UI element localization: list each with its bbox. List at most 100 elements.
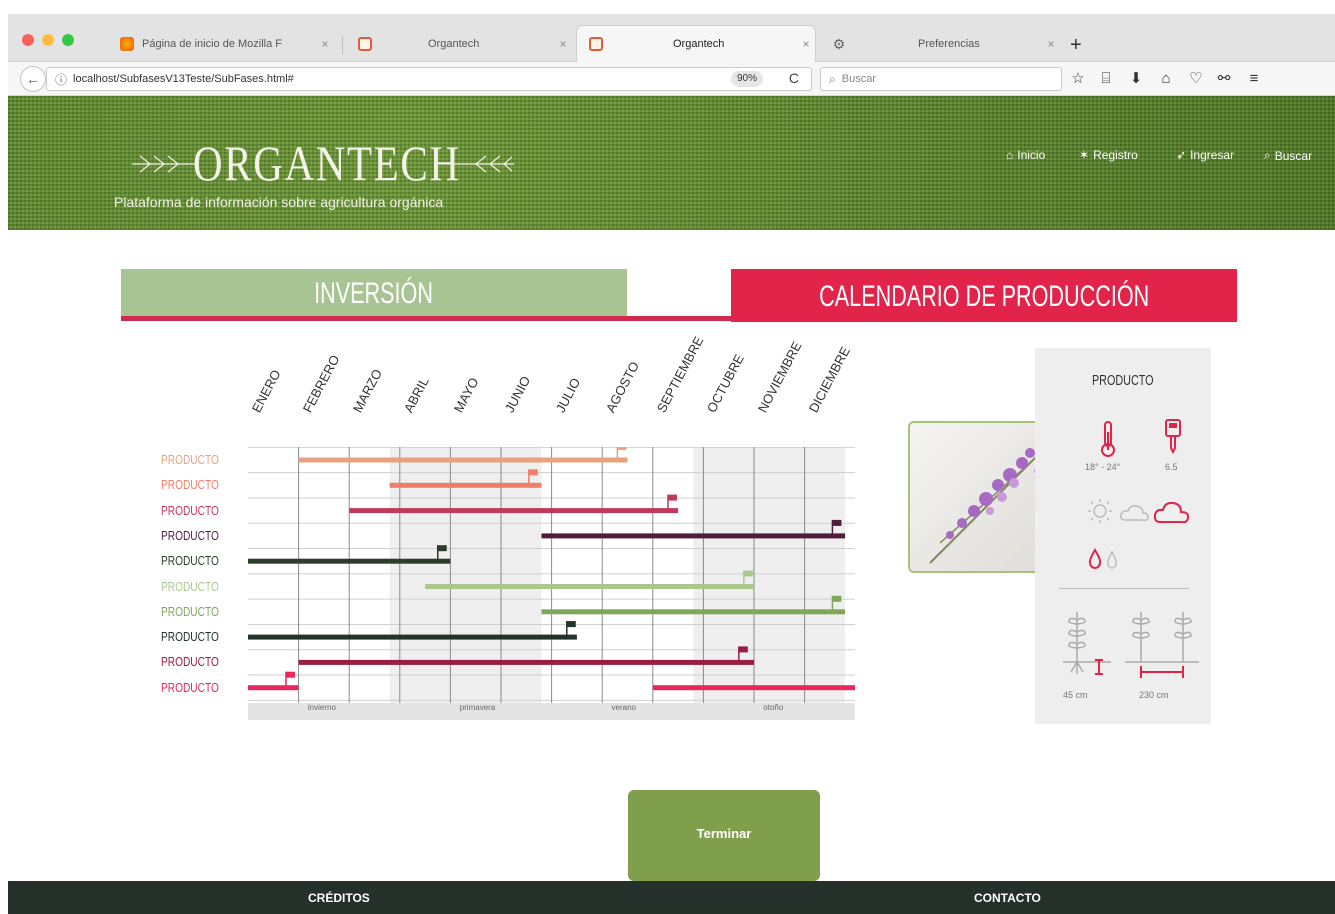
- browser-nav-bar: ← ⓘ localhost/SubfasesV13Teste/SubFases.…: [8, 62, 1335, 96]
- crop-period-bar: [652, 685, 855, 691]
- pocket-icon[interactable]: ♡: [1186, 69, 1206, 89]
- nav-ingresar[interactable]: ➶ Ingresar: [1176, 148, 1234, 162]
- gear-icon: ⚙: [832, 35, 846, 52]
- info-icon[interactable]: ⓘ: [55, 71, 67, 88]
- menu-icon[interactable]: ≡: [1244, 69, 1264, 89]
- month-label: MARZO: [349, 366, 386, 415]
- minimize-window-icon[interactable]: [42, 34, 54, 46]
- product-title: PRODUCTO: [1092, 372, 1154, 389]
- drop-icon: [1088, 548, 1102, 570]
- reload-icon[interactable]: C: [789, 70, 799, 86]
- harvest-flag-icon: [743, 570, 753, 577]
- harvest-flag-icon: [832, 519, 842, 526]
- close-window-icon[interactable]: [22, 34, 34, 46]
- product-row-label: PRODUCTO: [161, 452, 219, 467]
- back-arrow-icon[interactable]: ←: [20, 66, 46, 92]
- temperature-value: 18° - 24°: [1085, 462, 1121, 472]
- drop-outline-icon: [1107, 550, 1117, 569]
- search-icon: ⌕: [1264, 148, 1271, 162]
- url-text: localhost/SubfasesV13Teste/SubFases.html…: [73, 73, 294, 85]
- month-label: FEBRERO: [299, 352, 343, 415]
- production-calendar: [248, 447, 855, 720]
- month-label: JUNIO: [501, 373, 534, 415]
- download-icon[interactable]: ⬇: [1126, 69, 1146, 89]
- tab-organtech-1[interactable]: Organtech ×: [346, 25, 572, 62]
- url-bar[interactable]: ⓘ localhost/SubfasesV13Teste/SubFases.ht…: [46, 67, 812, 91]
- crop-period-bar: [389, 482, 542, 488]
- tab-calendario[interactable]: CALENDARIO DE PRODUCCIÓN: [731, 269, 1237, 322]
- maximize-window-icon[interactable]: [62, 34, 74, 46]
- harvest-flag-icon: [437, 545, 447, 552]
- nav-buscar[interactable]: ⌕ Buscar: [1264, 148, 1312, 163]
- tab-inversion[interactable]: INVERSIÓN: [121, 269, 627, 316]
- sun-icon: [1088, 499, 1112, 523]
- home-icon: ⌂: [1006, 148, 1014, 162]
- season-label: verano: [611, 703, 636, 712]
- new-tab-button[interactable]: +: [1070, 35, 1082, 55]
- library-icon[interactable]: ⌸: [1096, 69, 1116, 89]
- extension-icon[interactable]: ⚯: [1214, 69, 1234, 89]
- star-icon: ✶: [1079, 148, 1090, 162]
- search-input[interactable]: ⌕ Buscar: [820, 67, 1062, 91]
- home-icon[interactable]: ⌂: [1156, 69, 1176, 89]
- crop-period-bar: [298, 457, 628, 463]
- product-row-label: PRODUCTO: [161, 654, 219, 670]
- organtech-icon: [589, 37, 603, 51]
- tab-title: Organtech: [673, 38, 725, 50]
- nav-label: Inicio: [1017, 148, 1046, 162]
- product-row-label: PRODUCTO: [161, 502, 219, 518]
- crop-period-bar: [298, 659, 754, 665]
- tab-mozilla[interactable]: Página de inicio de Mozilla F ×: [108, 25, 334, 62]
- month-label: OCTUBRE: [704, 351, 748, 415]
- section-underline: [121, 316, 731, 321]
- close-tab-icon[interactable]: ×: [797, 37, 815, 51]
- site-header: ORGANTECH Plataforma de información sobr…: [8, 96, 1335, 230]
- firefox-icon: [120, 36, 134, 51]
- month-label: AGOSTO: [602, 359, 643, 415]
- thermometer-icon: [1101, 421, 1115, 457]
- ph-value: 6.5: [1165, 462, 1178, 472]
- month-label: ENERO: [248, 367, 284, 415]
- ph-meter-icon: [1165, 419, 1181, 454]
- harvest-flag-icon: [667, 494, 677, 501]
- zoom-indicator[interactable]: 90%: [730, 71, 763, 87]
- close-tab-icon[interactable]: ×: [316, 37, 334, 51]
- nav-inicio[interactable]: ⌂ Inicio: [1006, 148, 1045, 162]
- browser-tab-bar: Página de inicio de Mozilla F × Organtec…: [8, 14, 1335, 62]
- crop-period-bar: [248, 558, 451, 564]
- season-label: otoño: [763, 703, 784, 712]
- month-label: MAYO: [451, 374, 482, 415]
- footer-contact-link[interactable]: CONTACTO: [974, 891, 1041, 905]
- harvest-flag-icon: [738, 646, 748, 653]
- cloud-rain-icon: [1153, 501, 1190, 524]
- close-tab-icon[interactable]: ×: [1042, 37, 1060, 51]
- product-info-card: PRODUCTO 18° - 24° 6.5 45 cm 230 cm: [1035, 348, 1211, 724]
- close-tab-icon[interactable]: ×: [554, 37, 572, 51]
- month-label: NOVIEMBRE: [754, 339, 805, 415]
- search-icon: ⌕: [829, 71, 836, 86]
- site-logo[interactable]: ORGANTECH: [193, 134, 461, 192]
- nav-registro[interactable]: ✶ Registro: [1079, 148, 1138, 162]
- tab-organtech-active[interactable]: Organtech ×: [576, 25, 816, 62]
- product-row-label: PRODUCTO: [161, 553, 219, 569]
- harvest-flag-icon: [566, 621, 576, 628]
- plant-height-icon: [1063, 612, 1111, 675]
- leaf-ornament-left-icon: [132, 155, 198, 173]
- leaf-ornament-right-icon: [448, 155, 514, 173]
- nav-label: Ingresar: [1190, 148, 1235, 162]
- month-label: JULIO: [552, 375, 583, 415]
- tab-calendario-label: CALENDARIO DE PRODUCCIÓN: [818, 280, 1150, 313]
- product-row-label: PRODUCTO: [161, 629, 219, 645]
- finish-button[interactable]: Terminar: [628, 790, 820, 881]
- season-label: primavera: [459, 703, 496, 712]
- tab-title: Preferencias: [918, 37, 980, 50]
- bookmark-star-icon[interactable]: ☆: [1068, 69, 1088, 89]
- harvest-flag-icon: [528, 469, 538, 476]
- season-label: invierno: [307, 703, 336, 712]
- site-tagline: Plataforma de información sobre agricult…: [114, 194, 444, 210]
- footer-credits-link[interactable]: CRÉDITOS: [308, 891, 370, 905]
- product-row-label: PRODUCTO: [161, 603, 219, 619]
- product-row-label: PRODUCTO: [161, 578, 219, 594]
- tab-preferencias[interactable]: ⚙ Preferencias ×: [820, 25, 1060, 62]
- nav-label: Buscar: [1274, 148, 1313, 163]
